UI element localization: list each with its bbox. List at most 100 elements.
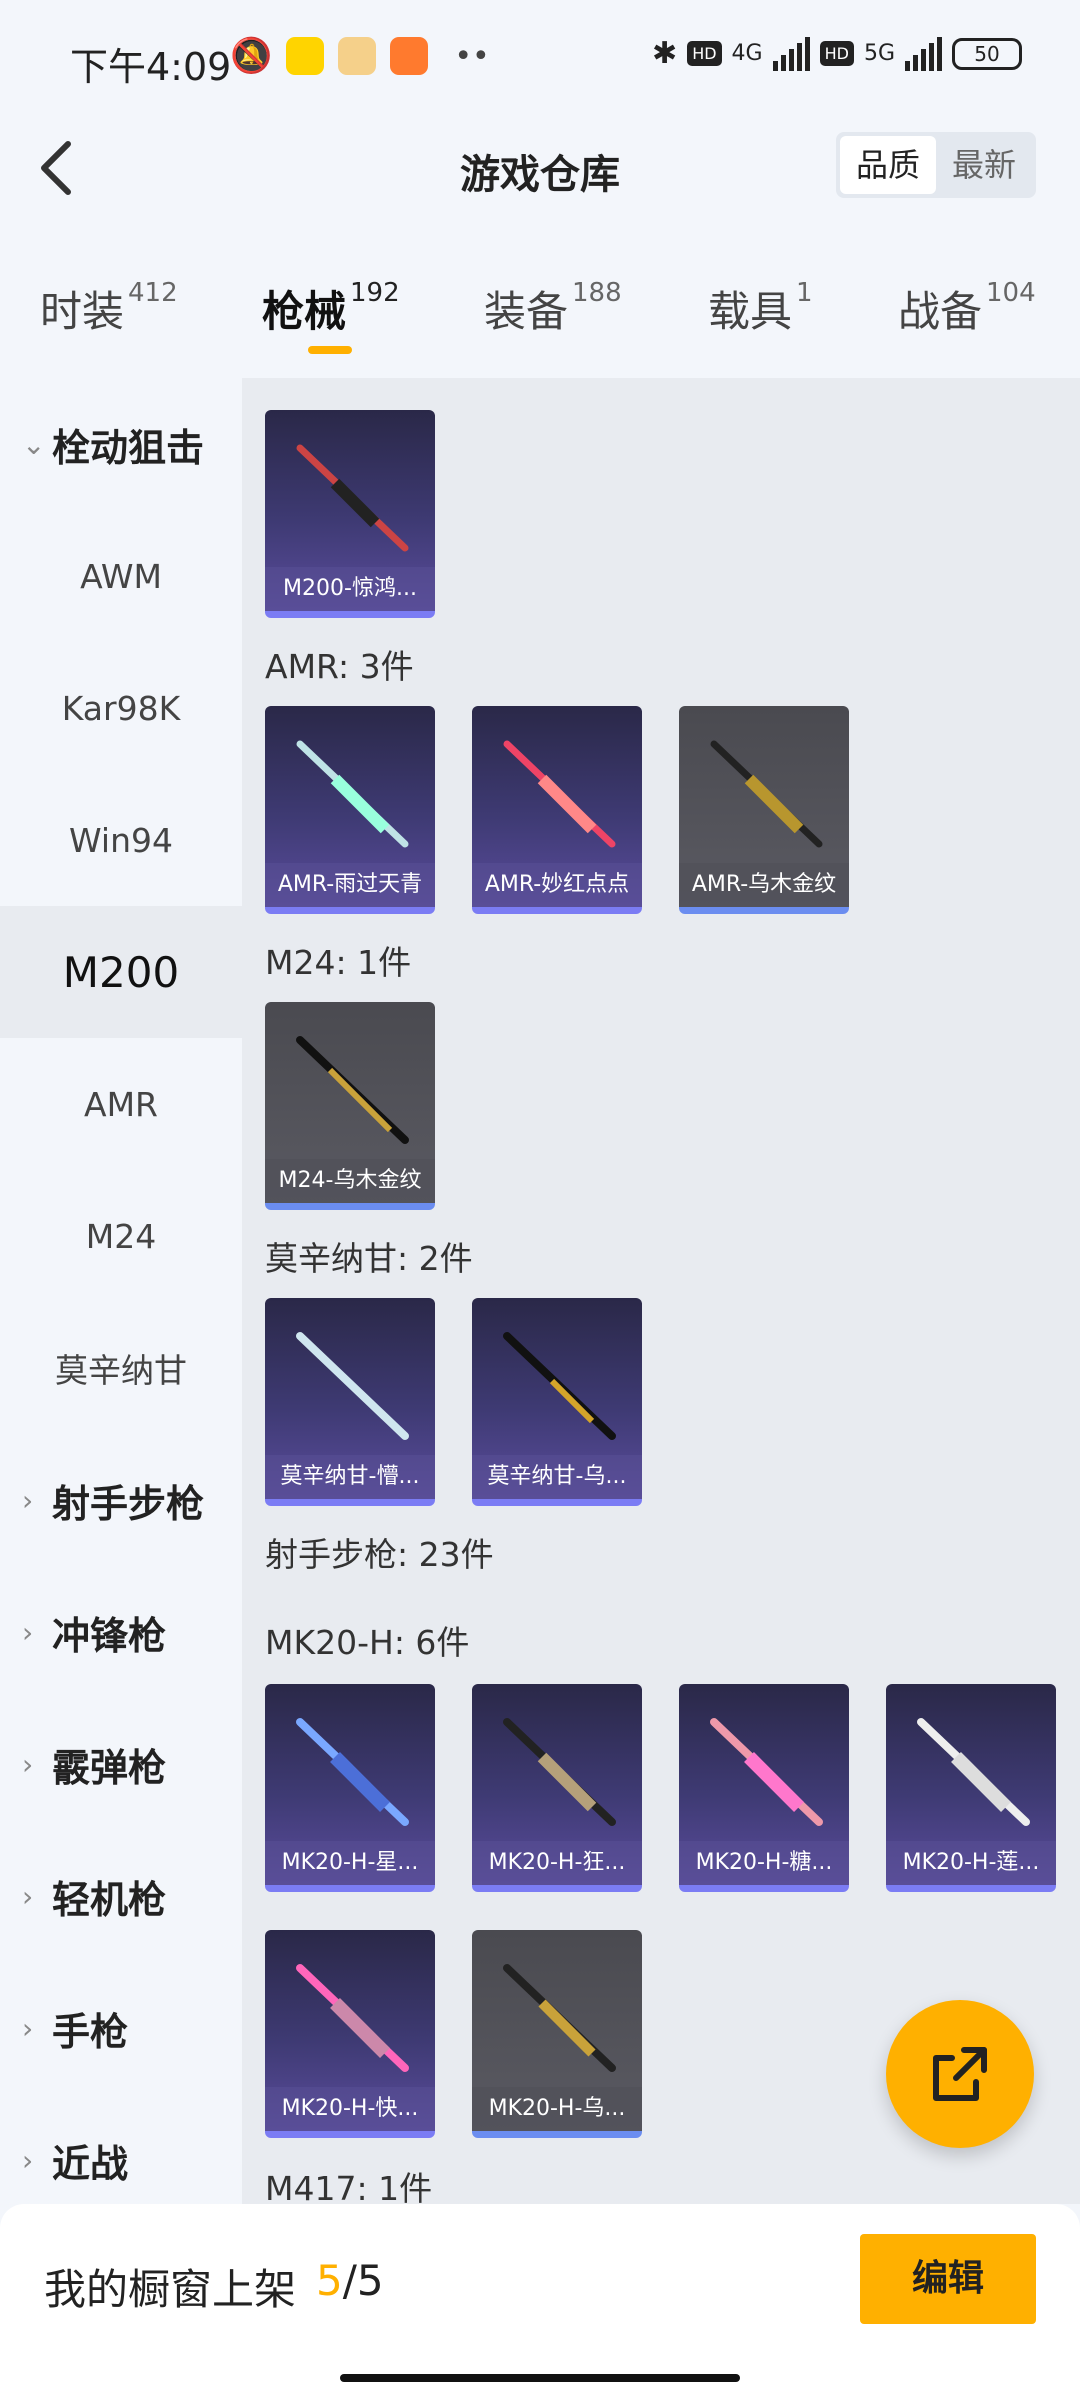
weapon-card[interactable]: MK20-H-糖... (679, 1684, 849, 1892)
tab-fashion[interactable]: 时装 412 (40, 278, 178, 339)
tab-count: 104 (986, 278, 1036, 308)
weapon-card[interactable]: AMR-雨过天青 (265, 706, 435, 914)
rifle-image (710, 1718, 823, 1826)
tab-vehicles[interactable]: 载具 1 (708, 278, 813, 339)
sidebar-item-awm[interactable]: AWM (0, 510, 242, 642)
tab-supplies[interactable]: 战备 104 (898, 278, 1036, 339)
status-left-icons: 🔕 •• (230, 36, 490, 76)
showcase-count: 5/5 (316, 2256, 384, 2305)
tab-label: 装备 (484, 287, 569, 336)
section-title-m24: M24: 1件 (265, 943, 412, 982)
bluetooth-icon: ✱ (652, 36, 678, 71)
home-indicator[interactable] (340, 2374, 740, 2382)
chevron-right-icon: › (22, 1615, 34, 1649)
status-right: ✱ HD 4G HD 5G 50 (652, 36, 1022, 71)
app-icon-2 (338, 37, 377, 75)
rifle-image (296, 740, 409, 848)
active-tab-indicator (308, 346, 352, 354)
rifle-image (296, 444, 409, 552)
sidebar-item-m200[interactable]: M200 (0, 906, 242, 1038)
status-time: 下午4:09 (70, 45, 232, 89)
weapon-card[interactable]: M200-惊鸿... (265, 410, 435, 618)
rifle-image (296, 1964, 409, 2072)
bottom-bar: 我的橱窗上架 5/5 编辑 (0, 2204, 1080, 2400)
sidebar-group-label: 轻机枪 (52, 1877, 167, 1922)
sidebar-item-win94[interactable]: Win94 (0, 774, 242, 906)
network-label-2: 5G (863, 41, 895, 66)
signal-icon (772, 36, 810, 71)
weapon-name: MK20-H-星... (265, 1841, 435, 1885)
tab-equipment[interactable]: 装备 188 (484, 278, 622, 339)
weapon-card[interactable]: AMR-妙红点点 (472, 706, 642, 914)
chevron-right-icon: › (22, 2143, 34, 2177)
share-icon (933, 2047, 987, 2101)
weapon-name: MK20-H-糖... (679, 1841, 849, 1885)
signal-icon-2 (905, 36, 942, 71)
tab-label: 枪械 (262, 287, 347, 336)
weapon-card[interactable]: MK20-H-莲... (886, 1684, 1056, 1892)
weapon-card[interactable]: M24-乌木金纹 (265, 1002, 435, 1210)
app-icon-1 (286, 37, 325, 75)
rifle-image (917, 1718, 1030, 1826)
tab-count: 188 (572, 278, 622, 308)
weapon-card[interactable]: MK20-H-星... (265, 1684, 435, 1892)
sidebar-item-kar98k[interactable]: Kar98K (0, 642, 242, 774)
bell-muted-icon: 🔕 (230, 36, 273, 76)
weapon-card[interactable]: AMR-乌木金纹 (679, 706, 849, 914)
rifle-image (503, 740, 616, 848)
rifle-image (710, 740, 823, 848)
rifle-image (296, 1036, 409, 1144)
sort-by-newest-button[interactable]: 最新 (936, 136, 1032, 194)
weapon-name: M24-乌木金纹 (265, 1159, 435, 1203)
sidebar-group-shotgun[interactable]: › 霰弹枪 (0, 1698, 242, 1830)
hd-badge-2: HD (819, 41, 854, 66)
chevron-right-icon: › (22, 1483, 34, 1517)
sidebar-group-dmr[interactable]: › 射手步枪 (0, 1434, 242, 1566)
chevron-right-icon: › (22, 1747, 34, 1781)
sidebar-group-label: 近战 (52, 2141, 129, 2186)
more-notifications-icon: •• (454, 38, 490, 74)
section-title-mk20: MK20-H: 6件 (265, 1623, 470, 1662)
hd-badge: HD (687, 41, 722, 66)
showcase-total: /5 (342, 2256, 384, 2305)
weapon-card[interactable]: MK20-H-乌... (472, 1930, 642, 2138)
weapon-name: MK20-H-狂... (472, 1841, 642, 1885)
sidebar-item-mosin[interactable]: 莫辛纳甘 (0, 1302, 242, 1434)
weapon-name: MK20-H-莲... (886, 1841, 1056, 1885)
sidebar-group-label: 射手步枪 (52, 1481, 205, 1526)
weapon-name: 莫辛纳甘-乌... (472, 1455, 642, 1499)
sidebar-group-label: 手枪 (52, 2009, 129, 2054)
rifle-image (503, 1332, 616, 1440)
status-bar: 下午4:09 🔕 •• ✱ HD 4G HD 5G 50 (0, 0, 1080, 118)
sidebar-group-label: 栓动狙击 (52, 425, 205, 470)
sidebar-group-pistol[interactable]: › 手枪 (0, 1962, 242, 2094)
sidebar-group-smg[interactable]: › 冲锋枪 (0, 1566, 242, 1698)
tab-guns[interactable]: 枪械 192 (262, 278, 400, 339)
weapon-card[interactable]: 莫辛纳甘-懵... (265, 1298, 435, 1506)
app-icon-3 (390, 37, 429, 75)
weapon-card[interactable]: MK20-H-快... (265, 1930, 435, 2138)
sidebar-item-amr[interactable]: AMR (0, 1038, 242, 1170)
battery-icon: 50 (952, 37, 1022, 70)
share-button[interactable] (886, 2000, 1034, 2148)
sort-by-quality-button[interactable]: 品质 (839, 136, 936, 194)
edit-button[interactable]: 编辑 (860, 2234, 1036, 2324)
sidebar-group-label: 冲锋枪 (52, 1613, 167, 1658)
network-label-1: 4G (731, 41, 763, 66)
showcase-label: 我的橱窗上架 (44, 2265, 297, 2314)
category-tabs: 时装 412 枪械 192 装备 188 载具 1 战备 104 (0, 262, 1080, 372)
sidebar-item-m24[interactable]: M24 (0, 1170, 242, 1302)
header: 游戏仓库 品质 最新 (0, 118, 1080, 218)
weapon-name: AMR-乌木金纹 (679, 863, 849, 907)
weapon-card[interactable]: 莫辛纳甘-乌... (472, 1298, 642, 1506)
section-title-dmr: 射手步枪: 23件 (265, 1535, 494, 1574)
weapon-card[interactable]: MK20-H-狂... (472, 1684, 642, 1892)
sidebar-group-bolt-sniper[interactable]: ⌄ 栓动狙击 (0, 378, 242, 510)
chevron-down-icon: ⌄ (22, 427, 46, 461)
chevron-right-icon: › (22, 2011, 34, 2045)
weapon-name: 莫辛纳甘-懵... (265, 1455, 435, 1499)
section-title-m417: M417: 1件 (265, 2169, 433, 2204)
weapon-category-sidebar: ⌄ 栓动狙击 AWM Kar98K Win94 M200 AMR M24 莫辛纳… (0, 378, 242, 2204)
weapon-name: AMR-妙红点点 (472, 863, 642, 907)
sidebar-group-lmg[interactable]: › 轻机枪 (0, 1830, 242, 1962)
